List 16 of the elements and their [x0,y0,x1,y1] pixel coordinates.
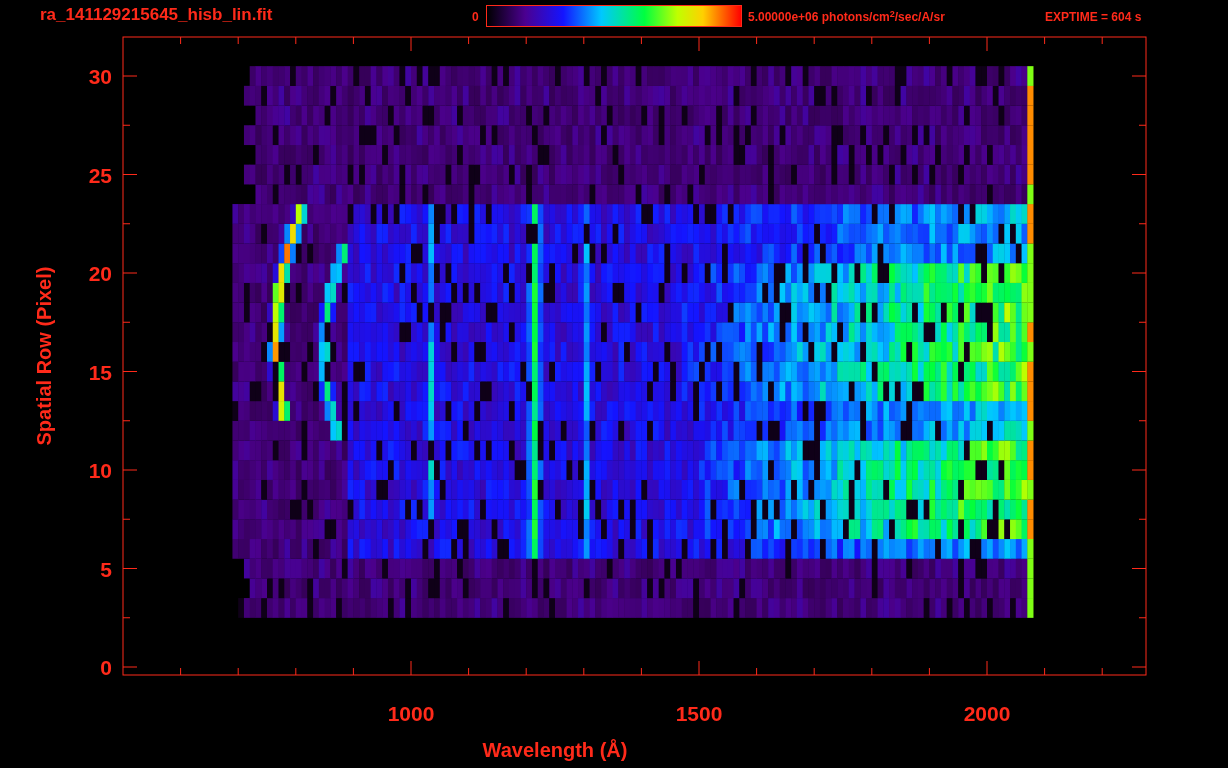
x-tick-label: 1500 [675,702,723,725]
y-tick-label: 0 [100,656,112,679]
y-axis-label: Spatial Row (Pixel) [33,266,55,446]
y-tick-label: 20 [88,262,112,285]
x-tick-label: 2000 [963,702,1011,725]
x-axis-label: Wavelength (Å) [482,739,628,761]
colorbar-max-label: 5.00000e+06 photons/cm$^{2}$/sec/A/sr [748,10,945,24]
x-tick-label: 1000 [387,702,435,725]
colorbar-min-label: 0 [472,10,479,24]
y-tick-label: 10 [88,459,112,482]
y-tick-label: 5 [100,557,112,581]
y-tick-label: 15 [88,360,112,384]
y-tick-label: 30 [88,65,112,88]
y-tick-label: 25 [88,163,112,187]
exposure-time: EXPTIME = 604 s [1045,10,1142,24]
file-title: ra_141129215645_hisb_lin.fit [40,5,273,25]
